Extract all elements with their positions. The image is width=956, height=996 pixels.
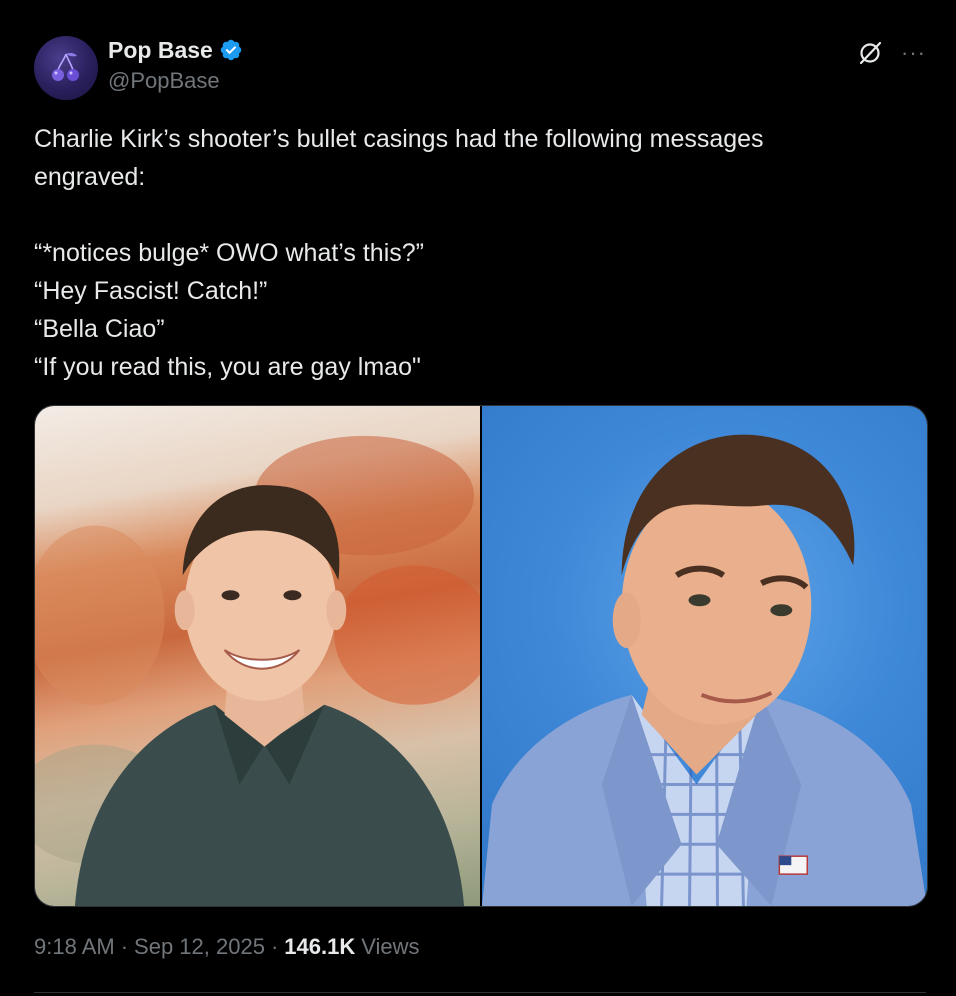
tweet-meta: 9:18 AM · Sep 12, 2025 · 146.1K Views	[34, 934, 420, 960]
divider	[34, 992, 926, 993]
tweet-actions: ···	[857, 40, 926, 66]
timestamp-date[interactable]: Sep 12, 2025	[134, 934, 265, 960]
tweet-text-line: engraved:	[34, 163, 146, 191]
avatar[interactable]	[34, 36, 98, 100]
author-info: Pop Base @PopBase	[108, 34, 243, 94]
handle[interactable]: @PopBase	[108, 68, 243, 94]
tweet-text-line: “Bella Ciao”	[34, 315, 165, 343]
views-label: Views	[361, 934, 420, 959]
media-photo-right[interactable]	[482, 406, 927, 906]
timestamp-time[interactable]: 9:18 AM	[34, 934, 115, 960]
separator: ·	[120, 934, 129, 959]
tweet-text-line: “Hey Fascist! Catch!”	[34, 277, 268, 305]
cherry-icon	[52, 52, 79, 81]
media-grid	[34, 405, 928, 907]
portrait-photo-illustration	[35, 435, 480, 906]
separator: ·	[270, 934, 279, 959]
portrait-photo-illustration	[482, 434, 927, 906]
tweet-text: Charlie Kirk’s shooter’s bullet casings …	[34, 120, 914, 386]
tweet-text-line: Charlie Kirk’s shooter’s bullet casings …	[34, 125, 764, 153]
verified-badge-icon	[219, 38, 243, 62]
more-options-icon[interactable]: ···	[901, 42, 926, 64]
display-name[interactable]: Pop Base	[108, 37, 213, 64]
tweet-card: Pop Base @PopBase ··· Charlie Kirk’s sho…	[0, 0, 956, 996]
media-photo-left[interactable]	[35, 406, 480, 906]
tweet-text-line: “If you read this, you are gay lmao"	[34, 353, 421, 381]
views-count: 146.1K	[284, 934, 356, 959]
tweet-text-line: “*notices bulge* OWO what’s this?”	[34, 239, 424, 267]
grok-icon[interactable]	[857, 40, 883, 66]
